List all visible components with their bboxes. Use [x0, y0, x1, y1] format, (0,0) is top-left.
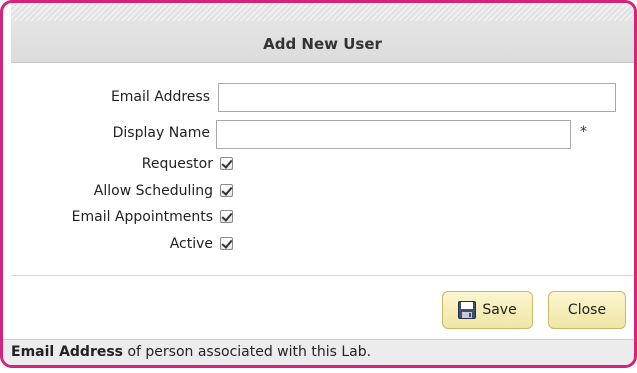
footer-divider: [11, 275, 634, 276]
requestor-label: Requestor: [141, 156, 213, 172]
dialog-titlebar[interactable]: Add New User: [11, 3, 634, 63]
add-user-dialog: Add New User Email Address Display Name …: [0, 0, 637, 368]
display-name-input[interactable]: [216, 120, 571, 149]
floppy-disk-icon: [458, 301, 477, 319]
checkmark-icon: [221, 237, 233, 249]
status-bar: Email Address of person associated with …: [3, 339, 634, 365]
email-appointments-checkbox[interactable]: [220, 210, 233, 223]
allow-scheduling-checkbox[interactable]: [220, 184, 233, 197]
checkmark-icon: [221, 157, 233, 169]
display-name-label: Display Name: [112, 125, 210, 141]
email-address-label: Email Address: [110, 89, 210, 105]
save-button-label: Save: [482, 302, 517, 318]
close-button[interactable]: Close: [548, 291, 626, 329]
email-appointments-label: Email Appointments: [71, 209, 213, 225]
save-button[interactable]: Save: [442, 291, 533, 329]
close-button-label: Close: [567, 302, 607, 318]
titlebar-hatch: [11, 3, 634, 21]
active-label: Active: [169, 236, 213, 252]
email-address-input[interactable]: [218, 83, 616, 112]
checkmark-icon: [221, 210, 233, 222]
requestor-checkbox[interactable]: [220, 157, 233, 170]
status-field-name: Email Address: [11, 344, 124, 360]
checkmark-icon: [221, 184, 233, 196]
allow-scheduling-label: Allow Scheduling: [93, 183, 213, 199]
status-message: of person associated with this Lab.: [123, 344, 372, 360]
required-marker: *: [580, 124, 587, 140]
dialog-title: Add New User: [263, 35, 382, 53]
active-checkbox[interactable]: [220, 237, 233, 250]
